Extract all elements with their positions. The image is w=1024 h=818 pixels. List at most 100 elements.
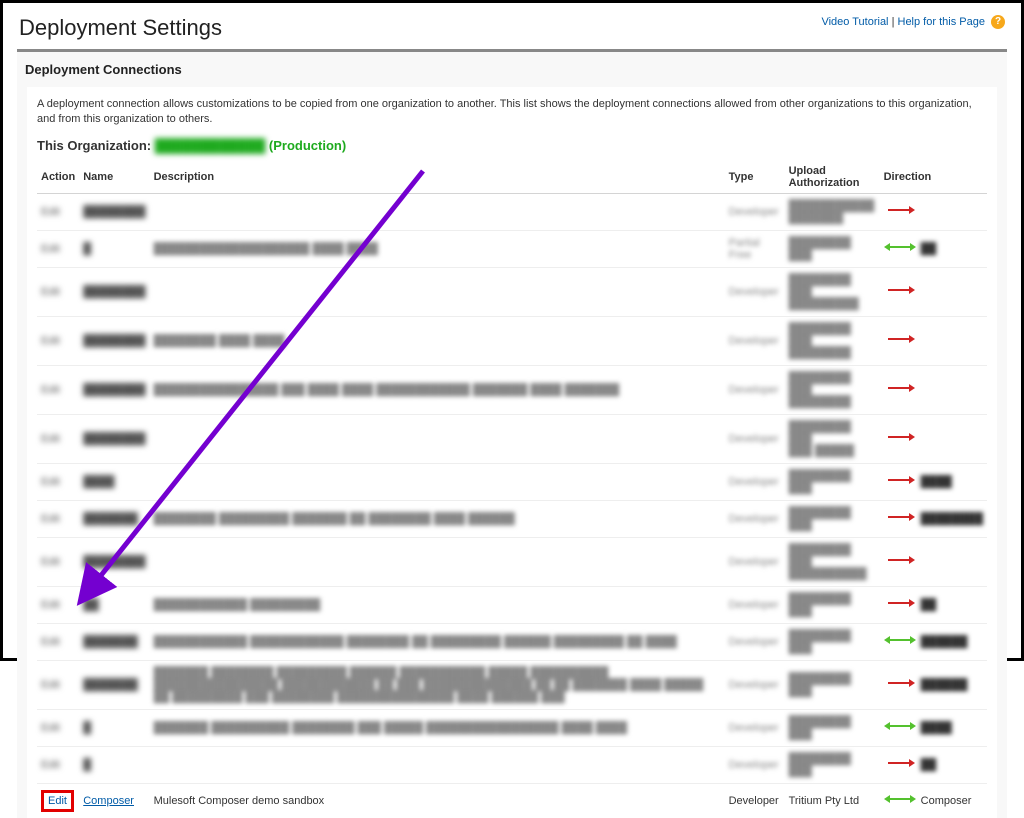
edit-link[interactable]: Edit [41,433,60,445]
type-cell: Developer [725,783,785,818]
edit-link[interactable]: Edit [41,679,60,691]
table-row: Edit███████████████ █████████ ███████ ██… [37,500,987,537]
connections-table: Action Name Description Type Upload Auth… [37,161,987,818]
type-cell: Developer [725,660,785,709]
edit-link[interactable]: Edit [41,599,60,611]
direction-cell: ████ [880,709,987,746]
name-link[interactable]: ████████ [83,384,145,396]
edit-link[interactable]: Edit [41,384,60,396]
arrow-icon [884,285,918,295]
edit-link[interactable]: Edit [48,795,67,807]
type-cell: Partial Free [725,230,785,267]
edit-link[interactable]: Edit [41,722,60,734]
desc-cell: ████████████████████ ████ ████ [150,230,725,267]
upload-cell: ████████ ███ [785,500,880,537]
arrow-icon [884,678,918,688]
name-link[interactable]: █ [83,243,91,255]
direction-cell: ████████ [880,500,987,537]
upload-cell: ████████ ███ █████████ [785,267,880,316]
desc-cell [150,463,725,500]
intro-text: A deployment connection allows customiza… [37,97,987,128]
edit-link[interactable]: Edit [41,636,60,648]
org-name: ████████████ [155,138,266,153]
desc-cell: Mulesoft Composer demo sandbox [150,783,725,818]
col-upload: Upload Authorization [785,161,880,194]
table-row: Edit █ Developer████████ ███ ██ [37,746,987,783]
direction-cell [880,193,987,230]
edit-link[interactable]: Edit [41,243,60,255]
direction-cell: ██ [880,746,987,783]
edit-link[interactable]: Edit [41,513,60,525]
type-cell: Developer [725,709,785,746]
arrow-icon [884,635,918,645]
video-tutorial-link[interactable]: Video Tutorial [821,16,888,28]
name-link[interactable]: ████████ [83,335,145,347]
edit-link[interactable]: Edit [41,335,60,347]
table-row: Edit █ ████████████████████ ████ ████Parti… [37,230,987,267]
name-link[interactable]: ███████ [83,679,138,691]
direction-text: Composer [921,795,972,807]
desc-cell [150,267,725,316]
desc-cell: ████████████ █████████ [150,586,725,623]
name-link[interactable]: ███████ [83,513,138,525]
direction-cell: ██ [880,230,987,267]
name-link[interactable]: ███████ [83,636,138,648]
table-row: Edit ████████ Developer████████ ███ ██████… [37,267,987,316]
this-organization: This Organization: ████████████ (Product… [37,138,987,153]
upload-cell: ████████ ███ [785,746,880,783]
upload-cell: ████████ ███ ██████████ [785,537,880,586]
col-direction: Direction [880,161,987,194]
desc-cell: ████████████ ████████████ ████████ ██ ██… [150,623,725,660]
arrow-icon [884,242,918,252]
arrow-icon [884,555,918,565]
name-link[interactable]: █ [83,759,91,771]
arrow-green-icon [884,794,918,804]
edit-link[interactable]: Edit [41,759,60,771]
this-org-label: This Organization: [37,138,151,153]
name-link[interactable]: ████████ [83,286,145,298]
upload-cell: ████████ ███ ████████ [785,365,880,414]
col-name: Name [79,161,149,194]
direction-cell: ██ [880,586,987,623]
upload-cell: ███████████ ███████ [785,193,880,230]
arrow-icon [884,721,918,731]
help-for-page-link[interactable]: Help for this Page [898,16,985,28]
edit-link[interactable]: Edit [41,556,60,568]
direction-cell [880,414,987,463]
type-cell: Developer [725,463,785,500]
name-link[interactable]: ████ [83,476,114,488]
arrow-icon [884,383,918,393]
type-cell: Developer [725,193,785,230]
arrow-icon [884,432,918,442]
direction-cell [880,365,987,414]
name-link[interactable]: ████████ [83,206,145,218]
table-row: Edit ████████ Developer███████████ ███████ [37,193,987,230]
edit-link[interactable]: Edit [41,286,60,298]
col-action: Action [37,161,79,194]
type-cell: Developer [725,746,785,783]
direction-cell: ████ [880,463,987,500]
table-row: Edit██████████████ ████████ █████████ ██… [37,660,987,709]
edit-link[interactable]: Edit [41,476,60,488]
section-title: Deployment Connections [17,52,1007,87]
arrow-icon [884,205,918,215]
col-description: Description [150,161,725,194]
org-production: (Production) [269,138,346,153]
desc-cell: ████████████████ ███ ████ ████ █████████… [150,365,725,414]
upload-cell: ████████ ███ [785,230,880,267]
upload-cell: ████████ ███ [785,660,880,709]
name-link[interactable]: ████████ [83,556,145,568]
edit-link[interactable]: Edit [41,206,60,218]
name-link-composer[interactable]: Composer [83,795,134,807]
name-link[interactable]: ██ [83,599,99,611]
upload-cell: ████████ ███ [785,463,880,500]
desc-cell: ████████ ████ ████ [150,316,725,365]
type-cell: Developer [725,267,785,316]
table-row-composer: Edit Composer Mulesoft Composer demo san… [37,783,987,818]
type-cell: Developer [725,500,785,537]
name-link[interactable]: ████████ [83,433,145,445]
upload-cell: ████████ ███ ████████ [785,316,880,365]
name-link[interactable]: █ [83,722,91,734]
upload-cell: ████████ ███ [785,586,880,623]
help-icon[interactable]: ? [991,15,1005,29]
